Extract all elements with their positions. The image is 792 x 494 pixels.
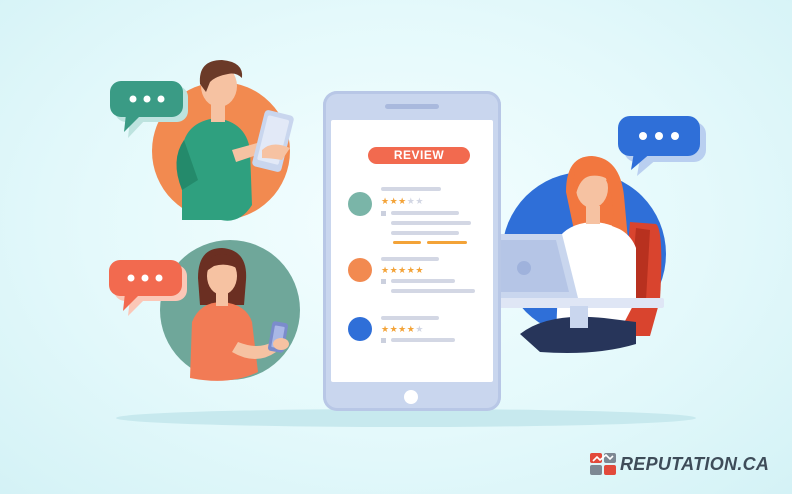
blue-speech-bubble	[618, 116, 706, 176]
ground-shadow	[116, 409, 696, 427]
phone-screen: REVIEW ★★★★★ ★★★★★ ★★★★★	[331, 120, 493, 382]
review-stars: ★★★★★	[381, 325, 424, 334]
review-bullet	[381, 338, 386, 343]
review-bullet	[381, 279, 386, 284]
review-item-1: ★★★★★	[331, 184, 493, 254]
phone-home-button	[404, 390, 418, 404]
review-stars: ★★★★★	[381, 266, 424, 275]
review-stars: ★★★★★	[381, 197, 424, 206]
woman-with-laptop-illustration	[476, 156, 666, 353]
review-badge: REVIEW	[368, 147, 470, 164]
review-item-3: ★★★★★	[331, 316, 493, 386]
woman-with-phone-illustration	[160, 240, 300, 381]
star-empty-icon: ★	[415, 196, 424, 206]
star-filled-icon: ★	[398, 324, 407, 334]
review-avatar	[348, 258, 372, 282]
review-highlight-line	[393, 241, 421, 244]
review-text-line	[391, 289, 475, 293]
review-name-line	[381, 187, 441, 191]
review-name-line	[381, 316, 439, 320]
star-filled-icon: ★	[398, 265, 407, 275]
review-avatar	[348, 192, 372, 216]
review-text-line	[391, 211, 459, 215]
star-filled-icon: ★	[381, 324, 390, 334]
review-text-line	[391, 279, 455, 283]
review-name-line	[381, 257, 439, 261]
star-filled-icon: ★	[398, 196, 407, 206]
phone: REVIEW ★★★★★ ★★★★★ ★★★★★	[323, 91, 501, 411]
brand-logo-icon	[590, 453, 616, 475]
review-avatar	[348, 317, 372, 341]
phone-speaker	[385, 104, 439, 109]
review-text-line	[391, 221, 471, 225]
star-filled-icon: ★	[415, 265, 424, 275]
brand-text: REPUTATION.CA	[620, 453, 770, 474]
brand-logo: REPUTATION.CA	[590, 452, 769, 476]
review-text-line	[391, 231, 459, 235]
review-highlight-line	[427, 241, 467, 244]
star-filled-icon: ★	[381, 196, 390, 206]
star-empty-icon: ★	[415, 324, 424, 334]
star-filled-icon: ★	[389, 196, 399, 206]
review-bullet	[381, 211, 386, 216]
star-filled-icon: ★	[381, 265, 390, 275]
star-filled-icon: ★	[389, 265, 399, 275]
review-text-line	[391, 338, 455, 342]
star-filled-icon: ★	[389, 324, 399, 334]
